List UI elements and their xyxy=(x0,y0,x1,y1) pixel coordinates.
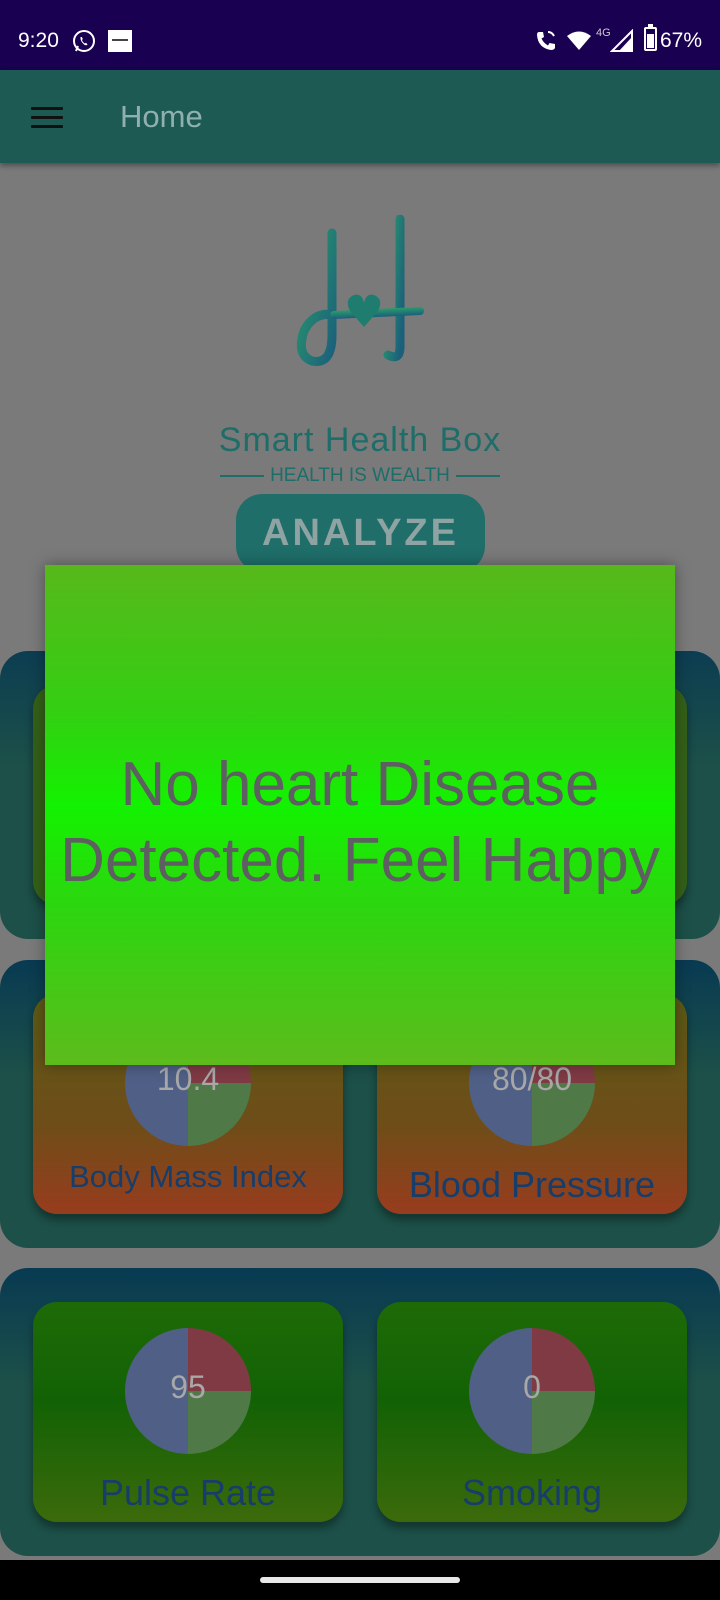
pulse-rate-gauge: 95 xyxy=(125,1328,251,1454)
page-title: Home xyxy=(120,99,203,134)
wifi-call-icon xyxy=(537,31,555,50)
navigation-bar xyxy=(0,1560,720,1600)
signal-icon xyxy=(610,29,633,52)
pulse-rate-value: 95 xyxy=(170,1369,206,1405)
logo-name: Smart Health Box xyxy=(218,421,502,459)
hamburger-menu-icon[interactable] xyxy=(31,107,63,129)
home-indicator[interactable] xyxy=(260,1577,460,1583)
metrics-row: 95 Pulse Rate 0 Smoking xyxy=(0,1268,720,1556)
smoking-gauge: 0 xyxy=(469,1328,595,1454)
dialog-message: No heart Disease Detected. Feel Happy xyxy=(60,750,660,895)
status-bar: 9:20 4G 67% xyxy=(0,0,720,70)
smoking-card[interactable]: 0 Smoking xyxy=(377,1302,687,1522)
smoking-value: 0 xyxy=(523,1369,541,1405)
logo-tagline: HEALTH IS WEALTH xyxy=(0,465,720,487)
network-type: 4G xyxy=(596,27,611,39)
app-bar: Home xyxy=(0,70,720,163)
bmi-value: 10.4 xyxy=(156,1061,220,1097)
bmi-label: Body Mass Index xyxy=(69,1159,307,1194)
blood-pressure-value: 80/80 xyxy=(491,1061,573,1097)
result-dialog[interactable]: No heart Disease Detected. Feel Happy xyxy=(45,565,675,1065)
pulse-rate-card[interactable]: 95 Pulse Rate xyxy=(33,1302,343,1522)
analyze-button[interactable]: ANALYZE xyxy=(236,494,485,572)
blood-pressure-label: Blood Pressure xyxy=(408,1164,656,1205)
logo-tagline-text: HEALTH IS WEALTH xyxy=(270,465,450,486)
status-time: 9:20 xyxy=(18,29,59,52)
health-logo-icon xyxy=(296,215,424,366)
pulse-rate-label: Pulse Rate xyxy=(99,1472,277,1513)
whatsapp-icon xyxy=(73,30,95,52)
smoking-label: Smoking xyxy=(461,1472,603,1513)
battery-icon xyxy=(644,24,657,51)
app-logo: Smart Health Box HEALTH IS WEALTH xyxy=(0,215,720,486)
news-app-icon xyxy=(108,30,132,52)
battery-level: 67% xyxy=(660,29,703,52)
wifi-icon xyxy=(567,31,591,50)
